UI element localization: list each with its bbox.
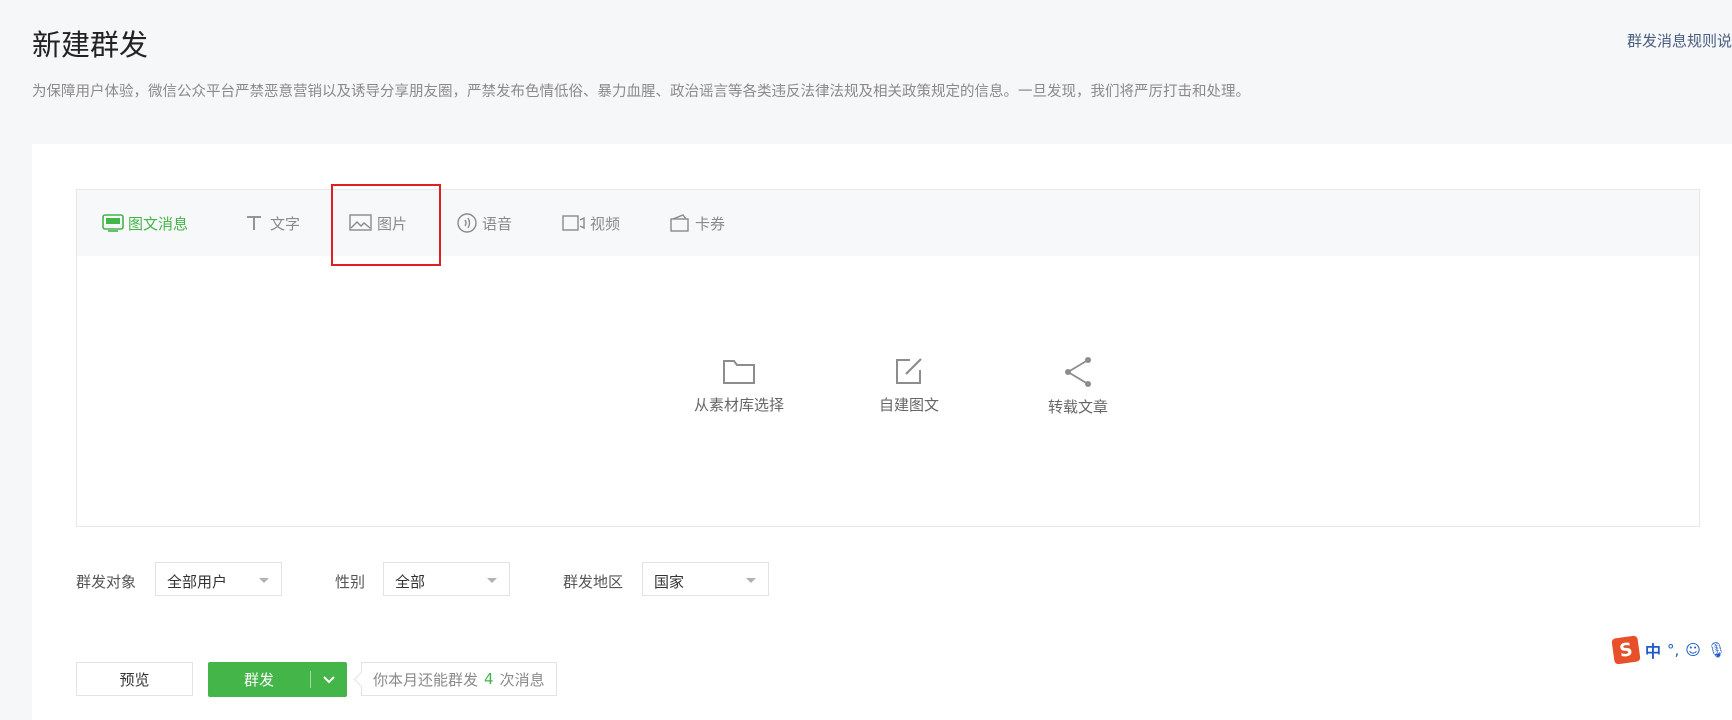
- mass-send-card: 图文消息 文字 图片 语音 视频 卡券 从素材库选择 自建图文 转载文章 群发对…: [32, 144, 1732, 720]
- tab-label: 文字: [270, 214, 301, 233]
- send-filters: 群发对象 全部用户 性别 全部 群发地区 国家: [76, 562, 876, 598]
- ime-language[interactable]: 中: [1645, 638, 1661, 662]
- gender-select[interactable]: 全部: [383, 562, 510, 596]
- option-label: 转载文章: [1047, 398, 1108, 416]
- send-button[interactable]: 群发: [208, 662, 347, 697]
- chevron-down-icon: [323, 675, 335, 683]
- notice-text: 为保障用户体验，微信公众平台严禁恶意营销以及诱导分享朋友圈，严禁发布色情低俗、暴…: [32, 84, 1250, 100]
- chevron-down-icon: [259, 578, 269, 583]
- page-title: 新建群发: [32, 28, 149, 62]
- region-label: 群发地区: [563, 573, 624, 591]
- image-icon: [349, 214, 372, 231]
- tab-label: 图文消息: [128, 214, 189, 233]
- send-quota-tip: 你本月还能群发 4 次消息: [361, 662, 557, 696]
- microphone-icon[interactable]: 🎙: [1707, 641, 1726, 659]
- target-value: 全部用户: [167, 573, 228, 591]
- tab-coupon[interactable]: 卡券: [669, 190, 725, 256]
- region-select[interactable]: 国家: [642, 562, 769, 596]
- share-icon: [1065, 357, 1091, 387]
- text-icon: [247, 216, 261, 230]
- tab-label: 语音: [482, 214, 513, 233]
- preview-button[interactable]: 预览: [76, 662, 193, 696]
- emoji-icon[interactable]: ☺: [1685, 641, 1701, 659]
- option-label: 从素材库选择: [693, 396, 784, 414]
- region-value: 国家: [654, 573, 685, 591]
- quota-count: 4: [484, 670, 494, 688]
- tab-video[interactable]: 视频: [562, 190, 620, 256]
- ime-toolbar[interactable]: S 中 °, ☺ 🎙: [1611, 635, 1732, 665]
- chevron-down-icon: [746, 578, 756, 583]
- coupon-icon: [670, 214, 689, 232]
- video-icon: [562, 215, 585, 231]
- tab-label: 图片: [377, 214, 408, 233]
- tab-article[interactable]: 图文消息: [102, 190, 188, 256]
- article-icon: [102, 214, 124, 232]
- quota-prefix: 你本月还能群发: [373, 670, 479, 689]
- send-label: 群发: [243, 671, 274, 689]
- tab-label: 视频: [590, 214, 621, 233]
- choose-from-library-button[interactable]: 从素材库选择: [674, 356, 804, 415]
- create-article-button[interactable]: 自建图文: [844, 356, 974, 415]
- tab-text[interactable]: 文字: [244, 190, 300, 256]
- target-select[interactable]: 全部用户: [155, 562, 282, 596]
- tab-image[interactable]: 图片: [349, 190, 407, 256]
- send-actions: 预览 群发 你本月还能群发 4 次消息: [76, 662, 876, 698]
- tab-voice[interactable]: 语音: [456, 190, 512, 256]
- sogou-logo-icon: S: [1611, 635, 1641, 665]
- chevron-down-icon: [487, 578, 497, 583]
- rules-link[interactable]: 群发消息规则说: [1627, 30, 1732, 51]
- punctuation-icon[interactable]: °,: [1667, 641, 1679, 659]
- option-label: 自建图文: [878, 396, 939, 414]
- message-type-tabs: 图文消息 文字 图片 语音 视频 卡券: [77, 184, 1699, 266]
- target-label: 群发对象: [76, 573, 137, 591]
- edit-icon: [896, 358, 922, 384]
- quota-suffix: 次消息: [499, 670, 545, 689]
- message-editor: 图文消息 文字 图片 语音 视频 卡券 从素材库选择 自建图文 转载文章: [76, 184, 1700, 527]
- repost-article-button[interactable]: 转载文章: [1013, 356, 1143, 417]
- tab-label: 卡券: [695, 214, 726, 233]
- create-options: 从素材库选择 自建图文 转载文章: [77, 256, 1699, 526]
- voice-icon: [457, 213, 477, 233]
- gender-value: 全部: [395, 573, 426, 591]
- folder-icon: [723, 360, 755, 384]
- send-options-dropdown[interactable]: [311, 662, 347, 697]
- gender-label: 性别: [335, 573, 366, 591]
